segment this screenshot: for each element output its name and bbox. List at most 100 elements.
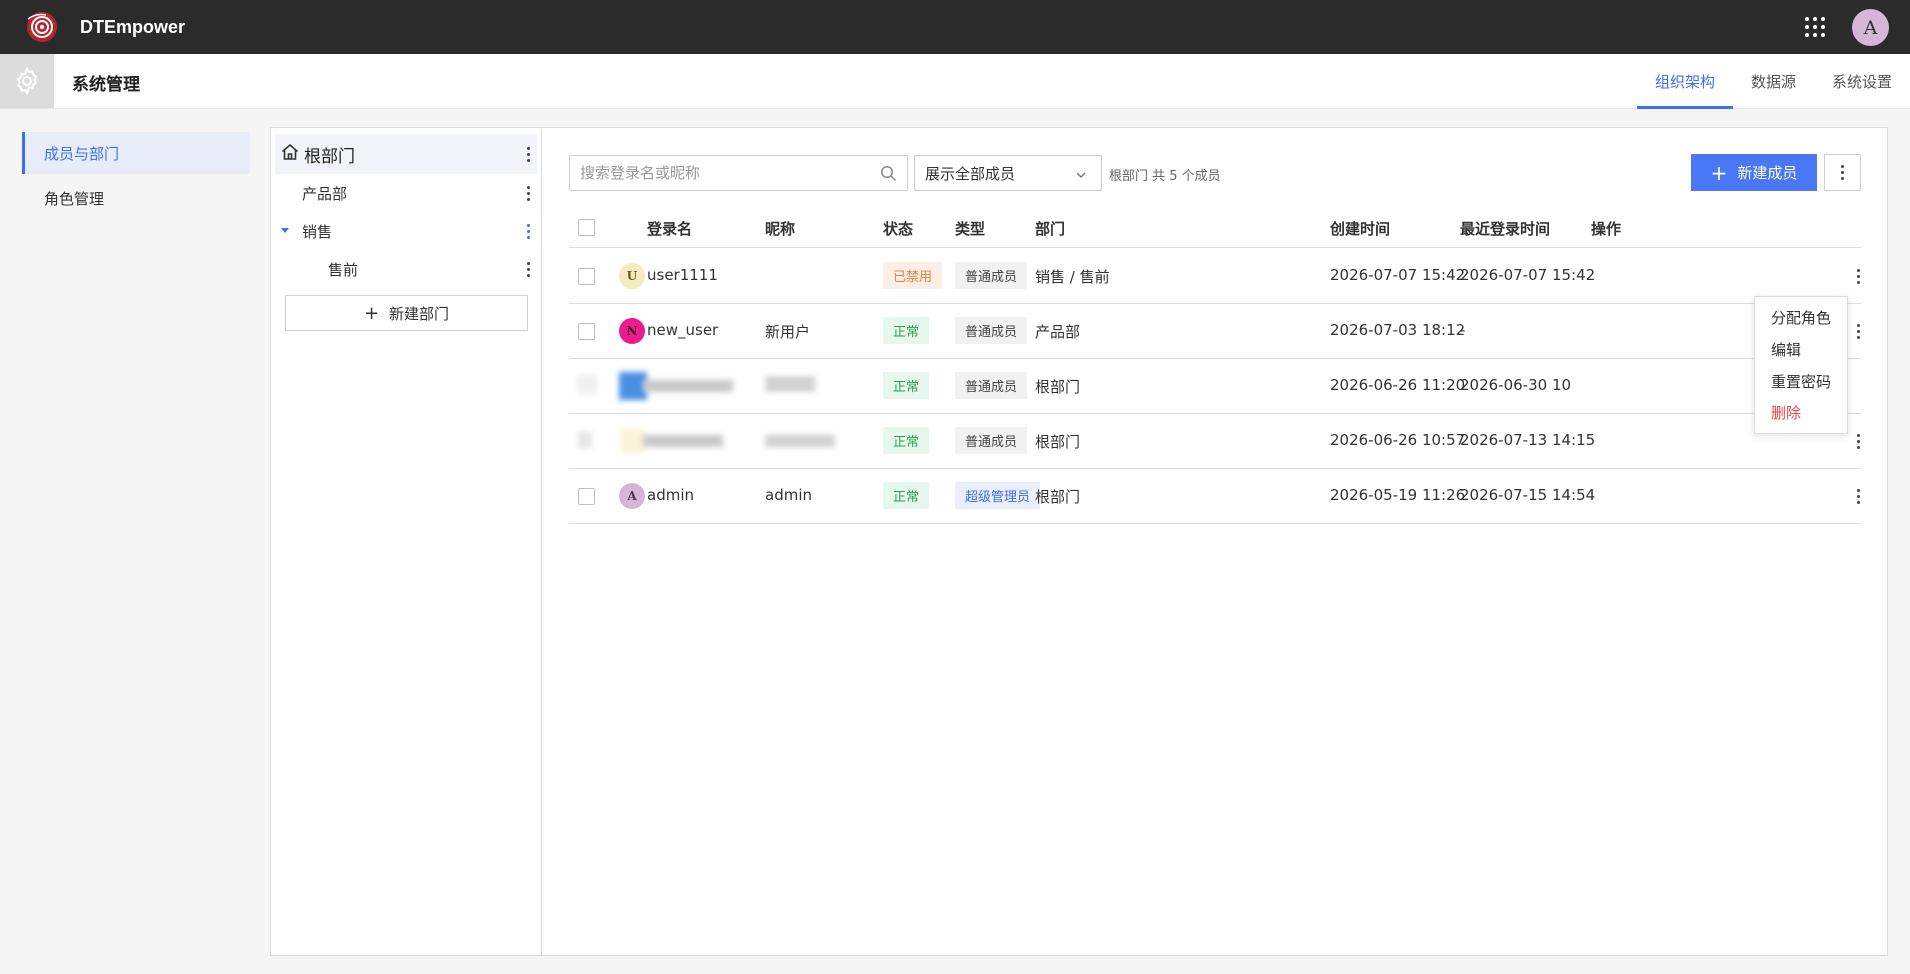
apps-grid-icon[interactable] [1803,15,1827,39]
last-login-time: 2026-06-30 10 [1460,376,1572,394]
more-vertical-icon [1837,163,1849,183]
sub-header: 系统管理 组织架构 数据源 系统设置 [0,54,1910,109]
login-name [643,435,723,447]
page-title: 系统管理 [72,75,140,95]
status-badge: 正常 [883,427,930,454]
type-badge: 超级管理员 [955,482,1041,509]
department: 根部门 [1035,488,1081,506]
column-header-login[interactable]: 登录名 [647,218,692,239]
menu-item-delete[interactable]: 删除 [1771,402,1801,423]
row-checkbox[interactable] [578,431,592,449]
plus-icon: + [1710,160,1728,185]
top-bar: DTEmpower A [0,0,1910,54]
column-header-created[interactable]: 创建时间 [1330,218,1390,239]
member-filter-value: 展示全部成员 [925,164,1016,183]
dept-sales-more-icon[interactable] [522,221,534,241]
row-checkbox[interactable] [577,375,597,395]
search-input[interactable] [580,164,870,182]
status-badge: 正常 [883,482,930,509]
status-badge: 已禁用 [883,262,943,289]
department: 根部门 [1035,378,1081,396]
created-time: 2026-07-03 18:12 [1330,321,1466,339]
column-header-last-login[interactable]: 最近登录时间 [1460,218,1550,239]
department-tree-panel: 根部门 产品部 销售 售前 + 新建部门 [270,127,542,956]
last-login-time: - [1460,321,1466,339]
nickname [765,376,815,392]
gear-icon [0,54,54,108]
row-more-icon[interactable] [1852,266,1864,286]
search-icon[interactable] [880,165,897,186]
table-row[interactable]: U user1111 已禁用 普通成员 销售 / 售前 2026-07-07 1… [569,249,1861,304]
row-more-icon[interactable] [1852,321,1864,341]
app-logo-icon[interactable] [22,7,62,47]
column-header-status[interactable]: 状态 [883,218,913,239]
top-tabs: 组织架构 数据源 系统设置 [1636,54,1910,109]
dept-root-label: 根部门 [304,146,355,167]
type-badge: 普通成员 [955,427,1028,454]
table-row[interactable]: A admin admin 正常 超级管理员 根部门 2026-05-19 11… [569,469,1861,524]
column-header-type[interactable]: 类型 [955,218,985,239]
row-more-icon[interactable] [1852,431,1864,451]
login-name: admin [647,486,694,504]
tab-org-structure[interactable]: 组织架构 [1636,54,1733,109]
dept-root-more-icon[interactable] [522,144,534,164]
user-avatar[interactable]: A [1852,9,1889,46]
nickname: admin [765,486,812,504]
dept-product-more-icon[interactable] [522,183,534,203]
dept-item-sales[interactable]: 销售 [302,221,332,242]
login-name: new_user [647,321,719,339]
last-login-time: 2026-07-07 15:42 [1460,266,1596,284]
caret-down-icon[interactable] [281,228,289,233]
more-actions-button[interactable] [1824,154,1861,191]
column-header-nickname[interactable]: 昵称 [765,218,795,239]
add-member-label: 新建成员 [1737,164,1798,182]
member-filter-select[interactable]: 展示全部成员 [914,155,1102,191]
department: 销售 / 售前 [1035,268,1110,286]
dept-item-product[interactable]: 产品部 [302,183,347,204]
created-time: 2026-05-19 11:26 [1330,486,1466,504]
avatar: N [619,318,645,344]
type-badge: 普通成员 [955,262,1028,289]
add-member-button[interactable]: + 新建成员 [1691,154,1817,191]
dept-presales-more-icon[interactable] [522,259,534,279]
avatar: U [619,263,645,289]
table-row[interactable]: 正常 普通成员 根部门 2026-06-26 11:20 2026-06-30 … [569,359,1861,414]
menu-item-reset-password[interactable]: 重置密码 [1771,371,1831,392]
dept-item-presales[interactable]: 售前 [328,259,358,280]
created-time: 2026-06-26 11:20 [1330,376,1466,394]
tab-data-source[interactable]: 数据源 [1733,54,1814,109]
last-login-time: 2026-07-15 14:54 [1460,486,1596,504]
department: 产品部 [1035,323,1081,341]
new-department-label: 新建部门 [389,304,450,323]
menu-item-assign-role[interactable]: 分配角色 [1771,307,1831,328]
nav-item-role-management[interactable]: 角色管理 [22,177,250,219]
nickname [765,435,835,447]
dept-root-item[interactable]: 根部门 [275,134,537,174]
row-checkbox[interactable] [578,488,595,505]
last-login-time: 2026-07-13 14:15 [1460,431,1596,449]
chevron-down-icon [1075,167,1087,185]
select-all-checkbox[interactable] [578,219,595,236]
tab-system-settings[interactable]: 系统设置 [1814,54,1910,109]
avatar: A [619,483,645,509]
app-title: DTEmpower [80,16,186,37]
status-badge: 正常 [883,372,930,399]
nickname: 新用户 [765,323,811,341]
table-row[interactable]: 正常 普通成员 根部门 2026-06-26 10:57 2026-07-13 … [569,414,1861,469]
created-time: 2026-06-26 10:57 [1330,431,1466,449]
plus-icon: + [363,302,380,324]
type-badge: 普通成员 [955,317,1028,344]
column-header-department[interactable]: 部门 [1035,218,1065,239]
search-box [569,155,908,191]
row-more-icon[interactable] [1852,486,1864,506]
table-row[interactable]: N new_user 新用户 正常 普通成员 产品部 2026-07-03 18… [569,304,1861,359]
department: 根部门 [1035,433,1081,451]
row-checkbox[interactable] [578,268,595,285]
table-header: 登录名 昵称 状态 类型 部门 创建时间 最近登录时间 操作 [569,208,1861,248]
login-name: user1111 [647,266,718,284]
row-checkbox[interactable] [578,323,595,340]
nav-item-members-departments[interactable]: 成员与部门 [22,132,250,174]
menu-item-edit[interactable]: 编辑 [1771,339,1801,360]
new-department-button[interactable]: + 新建部门 [285,295,528,331]
column-header-actions: 操作 [1591,220,1622,238]
